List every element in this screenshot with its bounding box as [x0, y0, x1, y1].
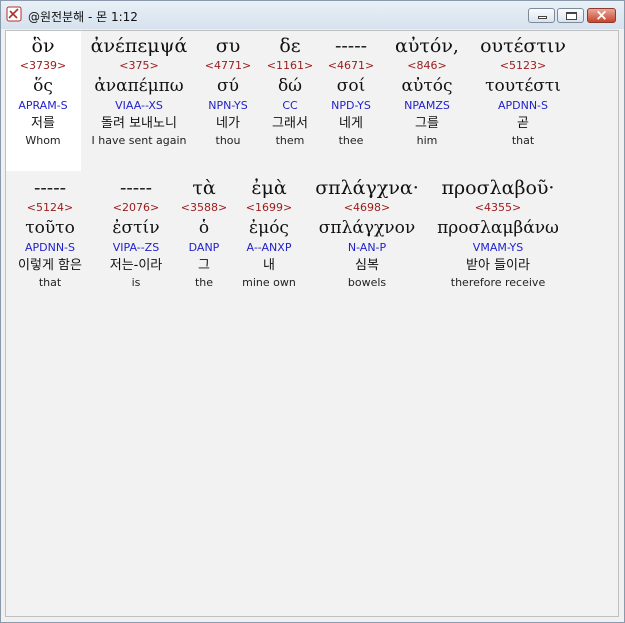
lemma: αὐτός [401, 76, 453, 96]
lemma: σύ [217, 76, 239, 96]
strong-number[interactable]: <4355> [434, 200, 562, 216]
lemma: ἐμός [249, 218, 289, 238]
greek-word: ἀνέπεμψά [90, 35, 188, 57]
greek-word: δε [279, 35, 301, 57]
lemma: τοῦτο [25, 218, 75, 238]
lemma: σοί [336, 76, 366, 96]
english-gloss: therefore receive [450, 276, 546, 289]
korean-gloss: 네게 [339, 116, 363, 131]
close-button[interactable] [587, 6, 616, 24]
english-gloss: Whom [25, 134, 61, 147]
korean-gloss: 내 [263, 258, 275, 273]
strong-number[interactable]: <3739> [8, 58, 78, 74]
english-gloss: mine own [242, 276, 296, 289]
english-gloss: that [38, 276, 62, 289]
parsing-code: CC [282, 99, 298, 112]
word-column[interactable]: προσλαβοῦ· <4355> προσλαμβάνω VMAM-YS 받아… [434, 176, 562, 290]
parsing-code: VIPA--ZS [112, 241, 160, 254]
parsing-code: NPAMZS [404, 99, 450, 112]
word-column[interactable]: δε <1161> δώ CC 그래서 them [262, 34, 318, 148]
english-gloss: bowels [347, 276, 387, 289]
korean-gloss: 그를 [415, 116, 439, 131]
english-gloss: thee [338, 134, 364, 147]
interlinear-panel[interactable]: ὃν <3739> ὅς APRAM-S 저를 Whom ἀνέπεμψά <3… [5, 30, 619, 617]
parsing-code: VIAA--XS [115, 99, 163, 112]
parsing-code: VMAM-YS [472, 241, 524, 254]
english-gloss: them [275, 134, 305, 147]
maximize-button[interactable] [557, 8, 584, 23]
parsing-code: N-AN-P [347, 241, 387, 254]
english-gloss: him [416, 134, 438, 147]
word-column[interactable]: ----- <2076> ἐστίν VIPA--ZS 저는-이라 is [98, 176, 174, 290]
word-column[interactable]: τὰ <3588> ὁ DANP 그 the [178, 176, 230, 290]
greek-word: συ [215, 35, 241, 57]
greek-word: ἐμὰ [251, 177, 287, 199]
strong-number[interactable]: <846> [386, 58, 468, 74]
greek-word: ὃν [31, 35, 55, 57]
lemma: ὁ [198, 218, 210, 238]
greek-word: ----- [33, 177, 67, 199]
greek-word: σπλάγχνα· [315, 177, 419, 199]
greek-word: προσλαβοῦ· [441, 177, 555, 199]
strong-number[interactable]: <1161> [262, 58, 318, 74]
korean-gloss: 저는-이라 [109, 258, 163, 273]
strong-number[interactable]: <4698> [308, 200, 426, 216]
word-column[interactable]: ἀνέπεμψά <375> ἀναπέμπω VIAA--XS 돌려 보내노니… [86, 34, 192, 148]
lemma: τουτέστι [485, 76, 561, 96]
lemma: δώ [277, 76, 303, 96]
strong-number[interactable]: <2076> [98, 200, 174, 216]
korean-gloss: 네가 [216, 116, 240, 131]
korean-gloss: 그래서 [272, 116, 308, 131]
lemma: ὅς [33, 76, 53, 96]
minimize-button[interactable] [528, 8, 555, 23]
parsing-code: DANP [188, 241, 220, 254]
english-gloss: thou [215, 134, 241, 147]
lemma: ἀναπέμπω [94, 76, 184, 96]
english-gloss: the [194, 276, 214, 289]
greek-word: τὰ [192, 177, 216, 199]
greek-word: αὐτόν, [395, 35, 459, 57]
strong-number[interactable]: <3588> [178, 200, 230, 216]
parsing-code: NPD-YS [331, 99, 371, 112]
word-column[interactable]: σπλάγχνα· <4698> σπλάγχνον N-AN-P 심복 bow… [308, 176, 426, 290]
word-column[interactable]: ----- <4671> σοί NPD-YS 네게 thee [322, 34, 380, 148]
word-column[interactable]: ουτέστιν <5123> τουτέστι APDNN-S 곧 that [472, 34, 574, 148]
korean-gloss: 심복 [355, 258, 379, 273]
strong-number[interactable]: <4671> [322, 58, 380, 74]
parsing-code: APRAM-S [18, 99, 68, 112]
app-icon [6, 6, 22, 22]
korean-gloss: 그 [198, 258, 210, 273]
lemma: σπλάγχνον [318, 218, 416, 238]
english-gloss: that [511, 134, 535, 147]
english-gloss: is [131, 276, 141, 289]
word-column[interactable]: ἐμὰ <1699> ἐμός A--ANXP 내 mine own [234, 176, 304, 290]
greek-word: ουτέστιν [480, 35, 566, 57]
strong-number[interactable]: <5123> [472, 58, 574, 74]
english-gloss: I have sent again [91, 134, 187, 147]
lemma: ἐστίν [112, 218, 160, 238]
lemma: προσλαμβάνω [437, 218, 559, 238]
title-bar[interactable]: @원전분해 - 몬 1:12 [1, 1, 624, 29]
greek-word: ----- [119, 177, 153, 199]
word-column[interactable]: συ <4771> σύ NPN-YS 네가 thou [200, 34, 256, 148]
app-window: @원전분해 - 몬 1:12 ὃν <3739> ὅς APRAM-S 저를 W… [0, 0, 625, 623]
greek-word: ----- [334, 35, 368, 57]
korean-gloss: 곧 [517, 116, 529, 131]
parsing-code: APDNN-S [497, 99, 549, 112]
word-column[interactable]: ----- <5124> τοῦτο APDNN-S 이렇게 함은 that [8, 176, 92, 290]
parsing-code: APDNN-S [24, 241, 76, 254]
word-column[interactable]: αὐτόν, <846> αὐτός NPAMZS 그를 him [386, 34, 468, 148]
korean-gloss: 저를 [31, 116, 55, 131]
parsing-code: A--ANXP [246, 241, 292, 254]
parsing-code: NPN-YS [208, 99, 248, 112]
window-title: @원전분해 - 몬 1:12 [28, 10, 138, 24]
strong-number[interactable]: <375> [86, 58, 192, 74]
word-column[interactable]: ὃν <3739> ὅς APRAM-S 저를 Whom [8, 34, 78, 148]
korean-gloss: 받아 들이라 [466, 258, 530, 273]
strong-number[interactable]: <5124> [8, 200, 92, 216]
korean-gloss: 돌려 보내노니 [101, 116, 177, 131]
korean-gloss: 이렇게 함은 [18, 258, 82, 273]
strong-number[interactable]: <4771> [200, 58, 256, 74]
strong-number[interactable]: <1699> [234, 200, 304, 216]
